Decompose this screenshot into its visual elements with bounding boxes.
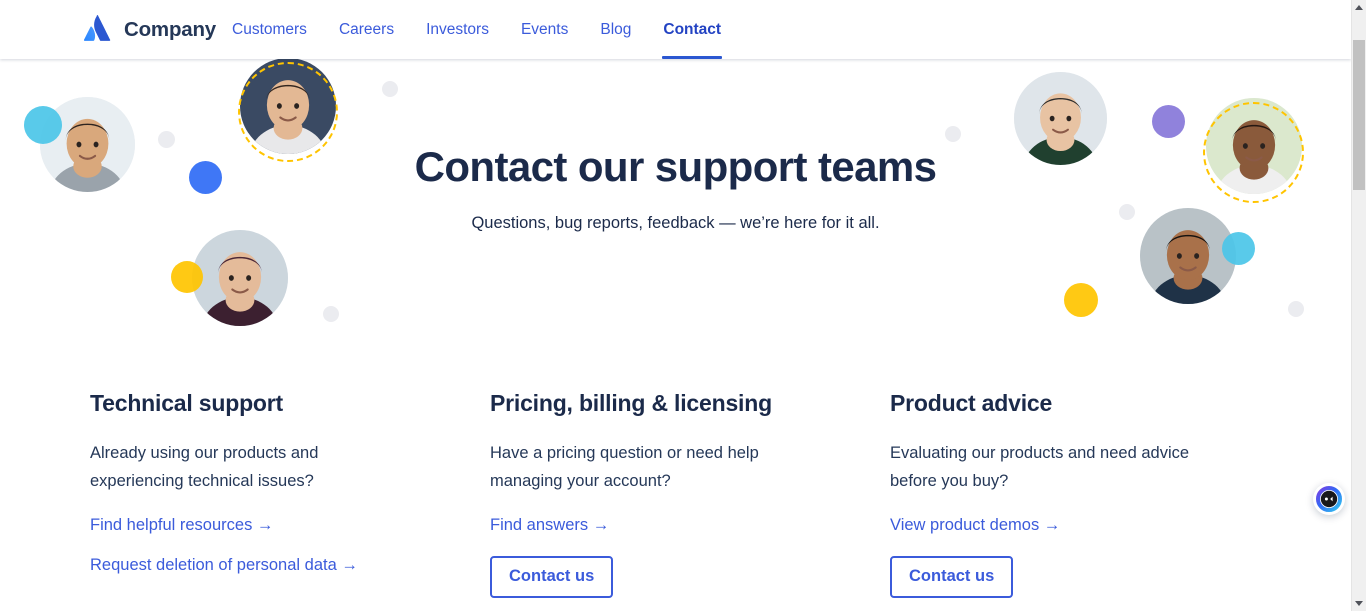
primary-nav: Customers Careers Investors Events Blog … [232, 0, 737, 59]
card-body: Already using our products and experienc… [90, 443, 319, 491]
vertical-scrollbar[interactable] [1351, 0, 1366, 611]
nav-item-customers[interactable]: Customers [232, 0, 323, 59]
scroll-up-arrow-icon [1355, 5, 1363, 10]
card-links: Find helpful resources → Request deletio… [90, 496, 480, 574]
support-columns: Technical support Already using our prod… [0, 389, 1351, 611]
nav-label: Events [520, 20, 569, 38]
card-link-request-deletion-of-personal-data[interactable]: Request deletion of personal data → [90, 556, 480, 574]
card-body: Have a pricing question or need help man… [490, 443, 759, 491]
site-header: Company Customers Careers Investors Even… [0, 0, 1351, 59]
avatar-bubble-3 [192, 230, 288, 326]
header-inner: Company Customers Careers Investors Even… [0, 0, 1351, 59]
decor-dot-grey-3 [323, 306, 339, 322]
page-title: Contact our support teams [414, 143, 937, 190]
card-title: Product advice [890, 390, 1053, 416]
decor-dot-cyan-left [24, 106, 62, 144]
hero-section: Contact our support teams Questions, bug… [0, 59, 1351, 389]
contact-us-button-product-advice[interactable]: Contact us [890, 555, 1014, 598]
decor-dot-yellow-right [1064, 283, 1098, 317]
chat-bot-icon [1316, 486, 1342, 512]
hero-subtitle: Questions, bug reports, feedback — we’re… [471, 214, 880, 232]
card-title: Pricing, billing & licensing [490, 390, 772, 416]
nav-active-underline [662, 56, 723, 59]
card-title: Technical support [90, 390, 283, 416]
support-chat-widget-button[interactable] [1313, 483, 1345, 515]
nav-item-blog[interactable]: Blog [584, 0, 647, 59]
scrollbar-thumb[interactable] [1353, 40, 1365, 190]
card-link-find-answers[interactable]: Find answers → [490, 516, 880, 534]
atlassian-logo-icon [83, 15, 111, 41]
card-body: Evaluating our products and need advice … [890, 443, 1190, 491]
card-link-view-product-demos[interactable]: View product demos → [890, 516, 1280, 534]
support-card-product-advice: Product advice Evaluating our products a… [890, 389, 1280, 598]
decor-dot-yellow-left [171, 261, 203, 293]
nav-item-careers[interactable]: Careers [323, 0, 410, 59]
scroll-down-button[interactable] [1352, 596, 1366, 611]
nav-label: Customers [232, 20, 307, 38]
nav-label: Blog [600, 20, 632, 38]
decor-dot-purple [1152, 105, 1185, 138]
nav-item-investors[interactable]: Investors [410, 0, 505, 59]
nav-label: Investors [426, 20, 489, 38]
card-links: View product demos → [890, 496, 1280, 534]
nav-label: Careers [338, 20, 395, 38]
support-card-pricing-billing-licensing: Pricing, billing & licensing Have a pric… [490, 389, 880, 598]
scroll-down-arrow-icon [1355, 601, 1363, 606]
nav-item-contact[interactable]: Contact [647, 0, 737, 59]
card-link-find-helpful-resources[interactable]: Find helpful resources → [90, 516, 480, 534]
decor-dot-cyan-right [1222, 232, 1255, 265]
decor-dot-grey-6 [1288, 301, 1304, 317]
support-card-technical-support: Technical support Already using our prod… [90, 389, 480, 596]
page-viewport: Company Customers Careers Investors Even… [0, 0, 1351, 611]
decor-dot-grey-4 [945, 126, 961, 142]
scroll-up-button[interactable] [1352, 0, 1366, 15]
brand-name: Company [124, 17, 217, 41]
nav-label: Contact [663, 20, 722, 38]
decor-dot-grey-2 [382, 81, 398, 97]
nav-item-events[interactable]: Events [505, 0, 584, 59]
card-links: Find answers → [490, 496, 880, 534]
contact-us-button-pricing[interactable]: Contact us [490, 555, 614, 598]
brand-logo-link[interactable]: Company [82, 14, 216, 45]
